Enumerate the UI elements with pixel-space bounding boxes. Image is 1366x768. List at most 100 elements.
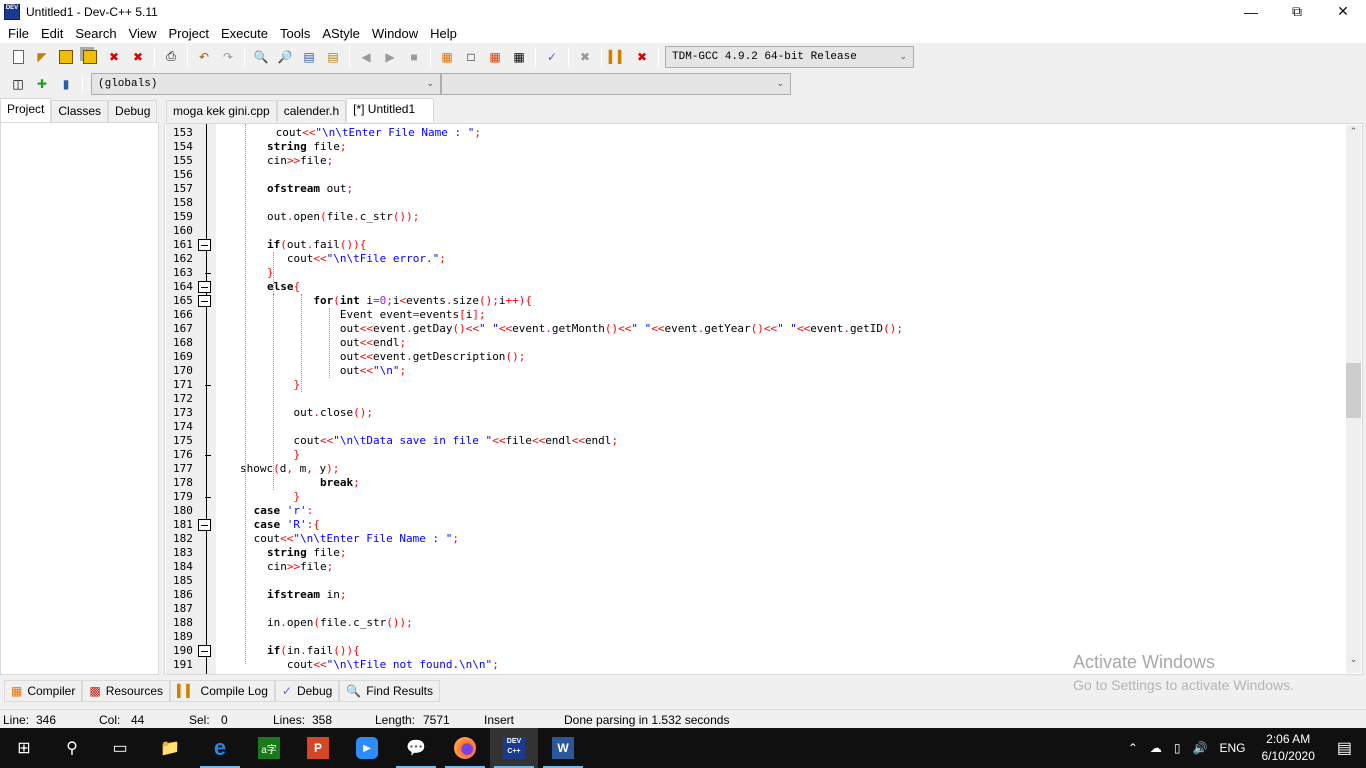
save-icon[interactable]	[57, 48, 75, 66]
new-file-icon[interactable]	[9, 48, 27, 66]
code-line[interactable]: 163}	[165, 266, 1325, 280]
fold-toggle-icon[interactable]	[198, 645, 211, 657]
code-line[interactable]: 175 cout<<"\n\tData save in file "<<file…	[165, 434, 1325, 448]
new-project-icon[interactable]: ◫	[9, 75, 27, 93]
code-line[interactable]: 174	[165, 420, 1325, 434]
tab-project[interactable]: Project	[0, 98, 52, 122]
code-line[interactable]: 154 string file;	[165, 140, 1325, 154]
code-line[interactable]: 158	[165, 196, 1325, 210]
menu-execute[interactable]: Execute	[215, 26, 274, 41]
tab-classes[interactable]: Classes	[51, 100, 109, 122]
rebuild-icon[interactable]: ▦	[510, 48, 528, 66]
open-file-icon[interactable]: ◤	[33, 48, 51, 66]
fold-toggle-icon[interactable]	[198, 295, 211, 307]
close-all-icon[interactable]: ✖	[129, 48, 147, 66]
tab-find-results[interactable]: 🔍 Find Results	[339, 680, 440, 702]
editor-tab-untitled1[interactable]: [*] Untitled1	[346, 98, 435, 122]
fold-toggle-icon[interactable]	[198, 239, 211, 251]
menu-project[interactable]: Project	[163, 26, 215, 41]
replace-icon[interactable]: 🔎	[276, 48, 294, 66]
code-line[interactable]: 166 Event event=events[i];	[165, 308, 1325, 322]
code-line[interactable]: 161 if(out.fail()){	[165, 238, 1325, 252]
code-line[interactable]: 186 ifstream in;	[165, 588, 1325, 602]
clock[interactable]: 2:06 AM 6/10/2020	[1261, 731, 1314, 765]
scroll-up-icon[interactable]: ⌃	[1346, 127, 1361, 143]
code-line[interactable]: 180 case 'r':	[165, 504, 1325, 518]
code-line[interactable]: 181 case 'R':{	[165, 518, 1325, 532]
code-line[interactable]: 189	[165, 630, 1325, 644]
menu-file[interactable]: File	[2, 26, 35, 41]
bookmark-toggle-icon[interactable]: ■	[405, 48, 423, 66]
onedrive-cloud-icon[interactable]: ☁	[1150, 741, 1162, 755]
scrollbar-thumb[interactable]	[1346, 363, 1361, 418]
firefox-icon[interactable]	[441, 728, 489, 768]
compile-icon[interactable]: ▦	[438, 48, 456, 66]
undo-icon[interactable]: ↶	[195, 48, 213, 66]
file-explorer-icon[interactable]: 📁	[146, 728, 194, 768]
code-line[interactable]: 183 string file;	[165, 546, 1325, 560]
restore-button[interactable]: ⧉	[1274, 0, 1320, 23]
menu-astyle[interactable]: AStyle	[316, 26, 366, 41]
search-icon[interactable]: ⚲	[48, 728, 96, 768]
code-line[interactable]: 184 cin>>file;	[165, 560, 1325, 574]
menu-view[interactable]: View	[123, 26, 163, 41]
edge-browser-icon[interactable]: e	[196, 728, 244, 768]
volume-icon[interactable]: 🔊	[1193, 741, 1208, 755]
menu-window[interactable]: Window	[366, 26, 424, 41]
run-icon[interactable]: □	[462, 48, 480, 66]
action-center-icon[interactable]: ▤	[1337, 738, 1352, 758]
tab-compile-log[interactable]: ▍▍ Compile Log	[170, 680, 275, 702]
profile-icon[interactable]: ▍▍	[609, 48, 627, 66]
code-line[interactable]: 172	[165, 392, 1325, 406]
start-windows-icon[interactable]: ⊞	[0, 728, 48, 768]
print-icon[interactable]: ⎙	[162, 48, 180, 66]
task-view-icon[interactable]: ▭	[96, 728, 144, 768]
code-line[interactable]: 169 out<<event.getDescription();	[165, 350, 1325, 364]
code-line[interactable]: 178 break;	[165, 476, 1325, 490]
menu-edit[interactable]: Edit	[35, 26, 69, 41]
battery-icon[interactable]: ▯	[1174, 741, 1181, 755]
zoom-app-icon[interactable]: ▶	[343, 728, 391, 768]
menu-search[interactable]: Search	[69, 26, 122, 41]
compiler-select[interactable]: TDM-GCC 4.9.2 64-bit Release ⌄	[665, 45, 914, 68]
code-line[interactable]: 156	[165, 168, 1325, 182]
compile-run-icon[interactable]: ▦	[486, 48, 504, 66]
tab-debug-output[interactable]: ✓ Debug	[274, 680, 340, 702]
editor-tab-moga-kek-gini[interactable]: moga kek gini.cpp	[166, 100, 277, 122]
language-indicator[interactable]: ENG	[1219, 741, 1245, 755]
code-line[interactable]: 160	[165, 224, 1325, 238]
save-all-icon[interactable]	[81, 48, 99, 66]
word-icon[interactable]: W	[539, 728, 587, 768]
fold-toggle-icon[interactable]	[198, 281, 211, 293]
close-button[interactable]: ✕	[1320, 0, 1366, 23]
code-line[interactable]: 164 else{	[165, 280, 1325, 294]
code-line[interactable]: 179 }	[165, 490, 1325, 504]
translator-app-icon[interactable]: a字	[245, 728, 293, 768]
code-line[interactable]: 165 for(int i=0;i<events.size();i++){	[165, 294, 1325, 308]
fold-toggle-icon[interactable]	[198, 519, 211, 531]
editor-tab-calender[interactable]: calender.h	[276, 100, 347, 122]
vertical-scrollbar[interactable]: ⌃ ⌄	[1346, 125, 1361, 673]
code-line[interactable]: 176 }	[165, 448, 1325, 462]
code-line[interactable]: 159 out.open(file.c_str());	[165, 210, 1325, 224]
show-hidden-icons-icon[interactable]: ⌃	[1128, 741, 1138, 755]
add-to-project-icon[interactable]: ✚	[33, 75, 51, 93]
scope-select[interactable]: (globals) ⌄	[91, 73, 441, 95]
delete-profile-icon[interactable]: ✖	[633, 48, 651, 66]
code-editor[interactable]: 153 cout<<"\n\tEnter File Name : "; 154st…	[164, 123, 1363, 675]
code-line[interactable]: 185	[165, 574, 1325, 588]
code-line[interactable]: 170 out<<"\n";	[165, 364, 1325, 378]
code-line[interactable]: 177 showc(d, m, y);	[165, 462, 1325, 476]
code-line[interactable]: 182 cout<<"\n\tEnter File Name : ";	[165, 532, 1325, 546]
stop-execution-icon[interactable]: ✖	[576, 48, 594, 66]
close-file-icon[interactable]: ✖	[105, 48, 123, 66]
code-line[interactable]: 157 ofstream out;	[165, 182, 1325, 196]
find-icon[interactable]: 🔍	[252, 48, 270, 66]
remove-from-project-icon[interactable]: ▮	[57, 75, 75, 93]
bookmark-next-icon[interactable]: ▶	[381, 48, 399, 66]
tab-compiler[interactable]: ▦ Compiler	[4, 680, 83, 702]
wechat-icon[interactable]: 💬	[392, 728, 440, 768]
powerpoint-icon[interactable]: P	[294, 728, 342, 768]
scroll-down-icon[interactable]: ⌄	[1346, 655, 1361, 671]
bookmark-prev-icon[interactable]: ◀	[357, 48, 375, 66]
